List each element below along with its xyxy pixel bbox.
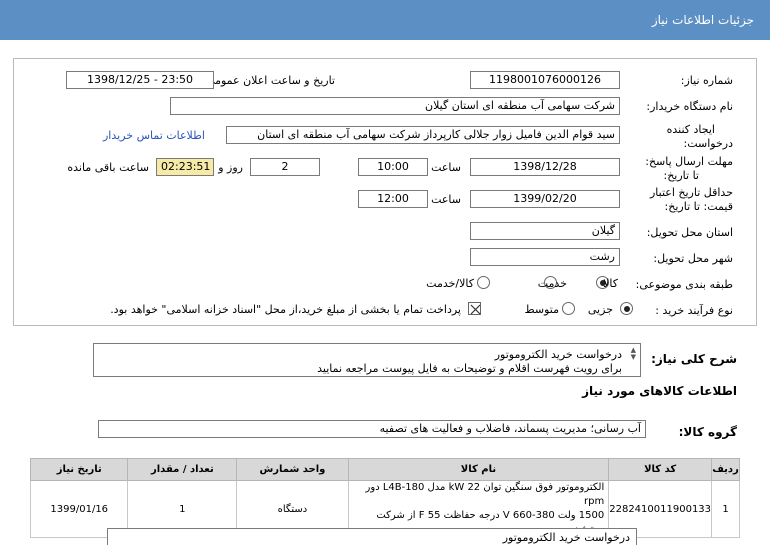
goods-group-field[interactable]: آب رسانی؛ مدیریت پسماند، فاضلاب و فعالیت…: [98, 420, 646, 438]
process-minor-label: جزیی: [587, 303, 613, 316]
col-unit: واحد شمارش: [236, 458, 349, 481]
category-service-label: خدمت: [537, 277, 567, 290]
process-medium-label: متوسط: [524, 303, 559, 316]
days-remaining-field[interactable]: 2: [250, 158, 320, 176]
need-number-label: شماره نیاز:: [680, 74, 733, 87]
cell-row: 1: [711, 480, 740, 538]
description-line-1: درخواست خرید الکتروموتور: [494, 348, 622, 361]
goods-section-title: اطلاعات کالاهای مورد نیاز: [582, 384, 737, 398]
deadline-date-field[interactable]: 1398/12/28: [470, 158, 620, 176]
description-line-2: برای رویت فهرست اقلام و توضیحات به فایل …: [317, 362, 622, 375]
checkbox-x-icon: [470, 304, 481, 315]
validity-label-1: حداقل تاریخ اعتبار: [649, 186, 733, 199]
remaining-time-field: 02:23:51: [156, 158, 214, 176]
buyer-field[interactable]: شرکت سهامی آب منطقه ای استان گیلان: [170, 97, 620, 115]
category-goods-label: کالا: [603, 277, 618, 290]
validity-time-field[interactable]: 12:00: [358, 190, 428, 208]
description-label: شرح کلی نیاز:: [651, 352, 737, 366]
process-medium-radio[interactable]: [562, 302, 575, 315]
category-label: طبقه بندی موضوعی:: [635, 278, 733, 291]
creator-label-2: درخواست:: [683, 137, 733, 150]
buyer-label: نام دستگاه خریدار:: [646, 100, 733, 113]
validity-date-field[interactable]: 1399/02/20: [470, 190, 620, 208]
category-goods-service-label: کالا/خدمت: [426, 277, 474, 290]
creator-field[interactable]: سید قوام الدین فامیل زوار جلالی کارپرداز…: [226, 126, 620, 144]
treasury-payment-note: پرداخت تمام یا بخشی از مبلغ خرید،از محل …: [110, 303, 461, 316]
cell-name-line-1: الکتروموتور فوق سنگین توان 22 kW مدل L4B…: [365, 482, 605, 507]
deadline-time-label: ساعت: [431, 161, 461, 174]
announce-datetime-field[interactable]: 1398/12/25 - 23:50: [66, 71, 214, 89]
city-field[interactable]: رشت: [470, 248, 620, 266]
province-field[interactable]: گیلان: [470, 222, 620, 240]
validity-time-label: ساعت: [431, 193, 461, 206]
title-bar: جزئیات اطلاعات نیاز: [0, 0, 770, 40]
treasury-payment-checkbox[interactable]: [468, 302, 481, 315]
goods-group-label: گروه کالا:: [678, 425, 737, 439]
deadline-label-2: تا تاریخ:: [663, 169, 699, 182]
deadline-label-1: مهلت ارسال پاسخ:: [645, 155, 733, 168]
announce-label: تاریخ و ساعت اعلان عمومی:: [202, 74, 335, 87]
process-minor-radio[interactable]: [620, 302, 633, 315]
creator-label-1: ایجاد کننده: [666, 123, 715, 136]
remaining-label: ساعت باقی مانده: [67, 161, 149, 174]
city-label: شهر محل تحویل:: [653, 252, 733, 265]
col-date: تاریخ نیاز: [29, 458, 129, 481]
table-header-row: ردیف کد کالا نام کالا واحد شمارش تعداد /…: [29, 458, 740, 481]
description-box[interactable]: ▲ ▼ درخواست خرید الکتروموتور برای رویت فه…: [93, 343, 641, 377]
need-number-field[interactable]: 1198001076000126: [470, 71, 620, 89]
validity-label-2: قیمت: تا تاریخ:: [664, 200, 733, 213]
province-label: استان محل تحویل:: [646, 226, 733, 239]
buyer-contact-link[interactable]: اطلاعات تماس خریدار: [103, 129, 205, 142]
col-row: ردیف: [711, 458, 740, 481]
bottom-description-box[interactable]: درخواست خرید الکتروموتور: [107, 528, 637, 545]
page-title: جزئیات اطلاعات نیاز: [651, 13, 754, 27]
goods-table: ردیف کد کالا نام کالا واحد شمارش تعداد /…: [29, 458, 740, 538]
col-name: نام کالا: [347, 458, 610, 481]
scroll-arrows-icon[interactable]: ▲ ▼: [631, 347, 636, 361]
deadline-time-field[interactable]: 10:00: [358, 158, 428, 176]
days-label: روز و: [218, 161, 243, 174]
category-goods-service-radio[interactable]: [477, 276, 490, 289]
process-label: نوع فرآیند خرید :: [655, 304, 733, 317]
col-qty: تعداد / مقدار: [127, 458, 238, 481]
col-code: کد کالا: [608, 458, 713, 481]
